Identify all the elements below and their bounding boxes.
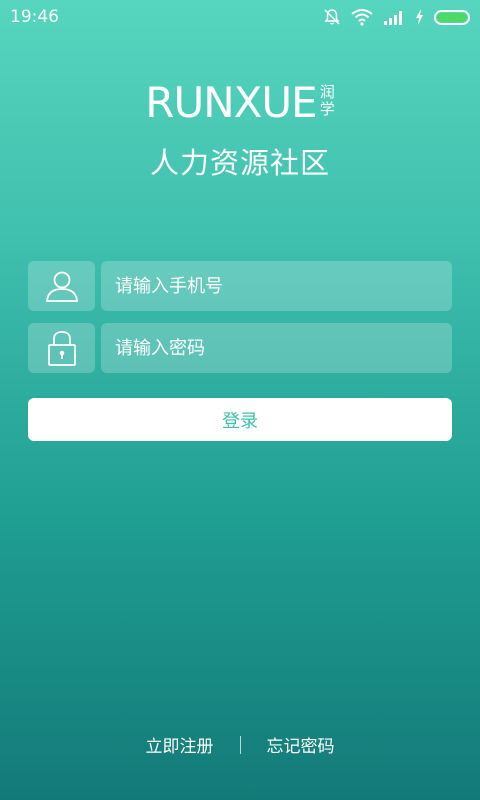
status-icons — [323, 8, 470, 26]
lock-icon — [47, 331, 76, 366]
signal-icon — [383, 9, 405, 25]
forgot-password-link[interactable]: 忘记密码 — [267, 732, 335, 757]
bottom-links: 立即注册 忘记密码 — [0, 732, 480, 757]
brand-chinese-mark: 润 学 — [320, 82, 335, 118]
status-time: 19:46 — [10, 7, 59, 27]
charging-icon — [415, 9, 424, 25]
brand-wordmark: RUNXUE — [145, 78, 317, 127]
battery-level — [437, 12, 467, 22]
notification-off-icon — [323, 8, 341, 26]
link-divider — [239, 735, 241, 754]
password-input[interactable] — [101, 323, 452, 373]
brand-chinese-line2: 学 — [319, 100, 335, 118]
user-icon — [45, 271, 78, 302]
brand-logo: RUNXUE 润 学 — [0, 82, 480, 124]
status-bar: 19:46 — [0, 0, 480, 34]
brand-chinese-line1: 润 — [319, 83, 335, 101]
password-field-row — [28, 323, 452, 373]
user-icon-box — [28, 261, 95, 311]
wifi-icon — [351, 8, 373, 26]
login-button[interactable]: 登录 — [28, 398, 452, 441]
app-subtitle: 人力资源社区 — [149, 146, 330, 180]
battery-icon — [434, 9, 470, 25]
register-link[interactable]: 立即注册 — [146, 732, 214, 757]
phone-input[interactable] — [101, 261, 452, 311]
phone-field-row — [28, 261, 452, 311]
lock-icon-box — [28, 323, 95, 373]
